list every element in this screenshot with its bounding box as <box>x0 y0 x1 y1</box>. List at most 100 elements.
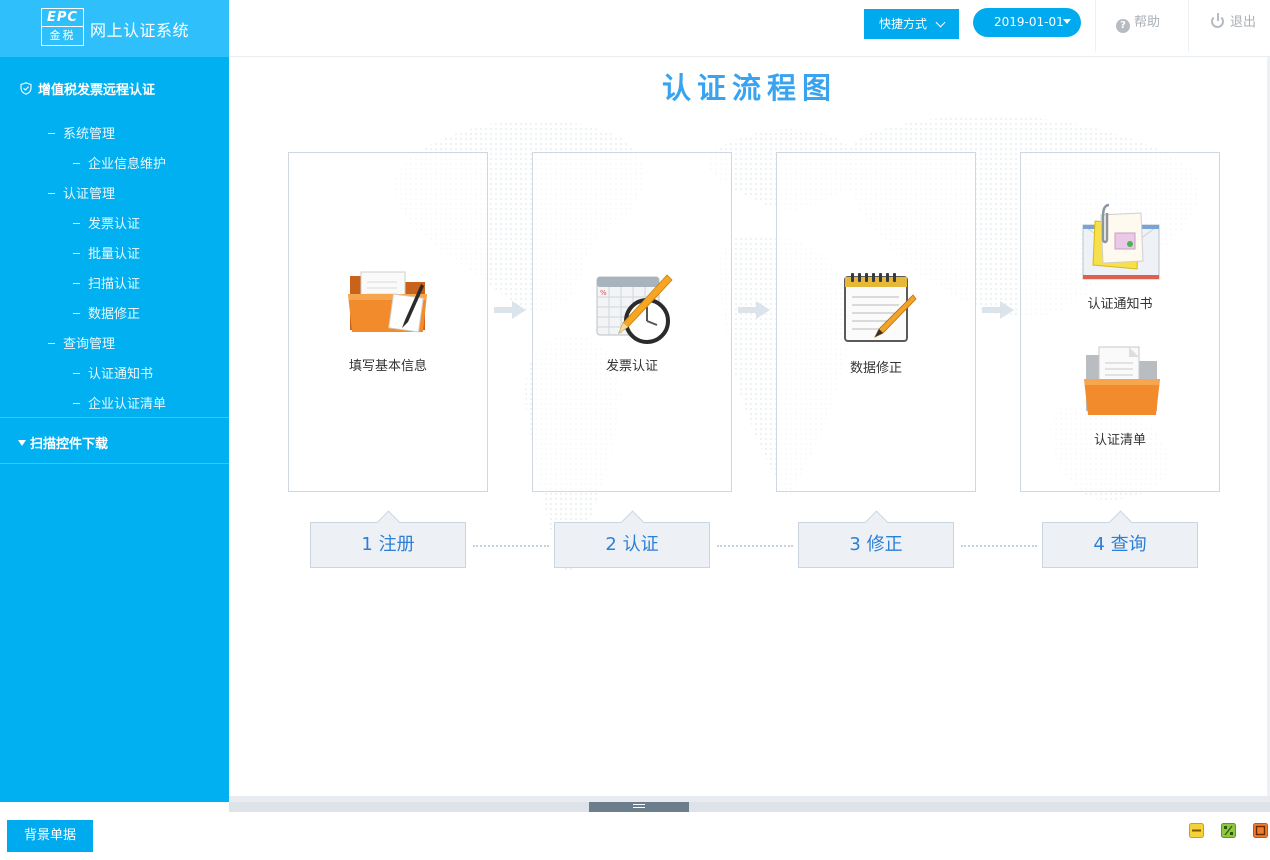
card-label: 填写基本信息 <box>348 359 427 374</box>
sidebar-item-data-fix[interactable]: 数据修正 <box>73 303 140 322</box>
panel-splitter-handle[interactable] <box>589 802 689 812</box>
page-title: 认证流程图 <box>661 71 837 105</box>
sidebar-item-invoice-auth[interactable]: 发票认证 <box>73 213 140 232</box>
dash-icon <box>73 403 80 404</box>
sidebar: 增值税发票远程认证 系统管理 企业信息维护 认证管理 发票认证 批量认证 扫描认… <box>0 57 229 802</box>
card-label: 数据修正 <box>849 361 902 376</box>
dash-icon <box>73 253 80 254</box>
logout-link[interactable]: 退出 <box>1210 13 1256 33</box>
sidebar-divider <box>0 463 229 464</box>
sidebar-item-auth-manage[interactable]: 认证管理 <box>48 183 115 202</box>
svg-text:%: % <box>600 289 607 297</box>
dash-icon <box>73 373 80 374</box>
sidebar-item-label: 认证通知书 <box>88 367 154 382</box>
help-icon: ? <box>1116 19 1130 33</box>
main-content: 认证流程图 填写基本信息 % 发票认证 数据修正 认证通知书 认证清单 1 注册… <box>229 57 1270 802</box>
sidebar-item-label: 批量认证 <box>88 247 141 262</box>
arrow-right-icon <box>494 301 526 319</box>
card-label: 认证清单 <box>1093 433 1146 448</box>
split-line <box>229 802 1270 812</box>
maximize-icon[interactable] <box>1253 823 1268 838</box>
date-value: 2019-01-01 <box>994 15 1064 29</box>
app-title: 网上认证系统 <box>90 21 190 40</box>
dash-icon <box>48 193 55 194</box>
sidebar-item-auth-list[interactable]: 企业认证清单 <box>73 393 166 412</box>
quick-access-label: 快捷方式 <box>879 17 928 31</box>
panel-split-bar <box>229 796 1270 812</box>
caret-down-icon <box>1063 19 1071 24</box>
brand-area: EPC 金税 网上认证系统 <box>0 0 229 57</box>
step-tab-query[interactable]: 4 查询 <box>1042 522 1198 568</box>
mail-notice-icon <box>1082 203 1160 280</box>
sidebar-item-label: 扫描控件下载 <box>30 437 109 452</box>
sidebar-item-label: 系统管理 <box>63 127 116 142</box>
step-tab-label: 4 查询 <box>1093 534 1147 555</box>
card-label: 发票认证 <box>605 359 658 374</box>
dotted-connector <box>473 545 549 547</box>
top-bar: EPC 金税 网上认证系统 快捷方式 2019-01-01 ? 帮助 退出 <box>0 0 1270 57</box>
sidebar-item-scan-download[interactable]: 扫描控件下载 <box>18 433 108 452</box>
date-selector[interactable]: 2019-01-01 <box>973 8 1081 37</box>
help-link[interactable]: ? 帮助 <box>1116 13 1160 33</box>
sidebar-item-label: 发票认证 <box>88 217 141 232</box>
sidebar-item-label: 企业信息维护 <box>88 157 167 172</box>
header-divider <box>1188 0 1189 52</box>
sidebar-item-label: 数据修正 <box>88 307 141 322</box>
chevron-down-icon <box>935 17 946 28</box>
logo-sub-text: 金税 <box>49 29 76 42</box>
sidebar-item-auth-notice[interactable]: 认证通知书 <box>73 363 153 382</box>
notepad-pencil-icon <box>844 273 917 342</box>
sidebar-item-scan-auth[interactable]: 扫描认证 <box>73 273 140 292</box>
folder-document-icon <box>1084 346 1160 415</box>
arrow-right-icon <box>982 301 1014 319</box>
sidebar-item-query-manage[interactable]: 查询管理 <box>48 333 115 352</box>
step-card-query[interactable]: 认证通知书 认证清单 <box>1020 152 1220 492</box>
dash-icon <box>48 343 55 344</box>
sidebar-item-batch-auth[interactable]: 批量认证 <box>73 243 140 262</box>
sidebar-divider <box>0 417 229 418</box>
step-tab-label: 3 修正 <box>849 534 903 555</box>
card-label: 认证通知书 <box>1087 297 1153 312</box>
sidebar-item-label: 查询管理 <box>63 337 116 352</box>
calendar-clock-icon: % <box>596 274 673 344</box>
half-view-icon[interactable] <box>1221 823 1236 838</box>
dotted-connector <box>717 545 793 547</box>
quick-access-dropdown[interactable]: 快捷方式 <box>864 9 959 39</box>
sidebar-group-vat-auth[interactable]: 增值税发票远程认证 <box>20 79 155 98</box>
folder-edit-icon <box>348 271 427 333</box>
button-label: 背景单据 <box>23 828 76 843</box>
step-card-data-fix[interactable]: 数据修正 <box>776 152 976 492</box>
sidebar-item-label: 企业认证清单 <box>88 397 167 412</box>
dash-icon <box>73 313 80 314</box>
sidebar-item-system[interactable]: 系统管理 <box>48 123 115 142</box>
step-tab-fix[interactable]: 3 修正 <box>798 522 954 568</box>
step-card-invoice-auth[interactable]: % 发票认证 <box>532 152 732 492</box>
dash-icon <box>73 223 80 224</box>
logout-label: 退出 <box>1230 15 1257 30</box>
sidebar-item-label: 扫描认证 <box>88 277 141 292</box>
dash-icon <box>73 283 80 284</box>
epc-logo: EPC 金税 <box>41 8 84 46</box>
dash-icon <box>48 133 55 134</box>
shield-icon <box>20 82 32 95</box>
dash-icon <box>73 163 80 164</box>
background-documents-button[interactable]: 背景单据 <box>7 820 93 852</box>
sidebar-group-label: 增值税发票远程认证 <box>38 83 156 98</box>
step-tab-label: 2 认证 <box>605 534 659 555</box>
sidebar-item-label: 认证管理 <box>63 187 116 202</box>
step-tab-register[interactable]: 1 注册 <box>310 522 466 568</box>
grip-icon <box>633 804 645 805</box>
minimize-icon[interactable] <box>1189 823 1204 838</box>
triangle-down-icon <box>18 440 26 446</box>
arrow-right-icon <box>738 301 770 319</box>
header-divider <box>1095 0 1096 52</box>
power-icon <box>1210 13 1225 28</box>
step-tab-label: 1 注册 <box>361 534 415 555</box>
step-tab-auth[interactable]: 2 认证 <box>554 522 710 568</box>
step-card-register[interactable]: 填写基本信息 <box>288 152 488 492</box>
sidebar-item-company-info[interactable]: 企业信息维护 <box>73 153 166 172</box>
dotted-connector <box>961 545 1037 547</box>
logo-epc-text: EPC <box>42 9 83 27</box>
footer-bar: 背景单据 <box>0 812 1270 860</box>
help-label: 帮助 <box>1134 15 1161 30</box>
